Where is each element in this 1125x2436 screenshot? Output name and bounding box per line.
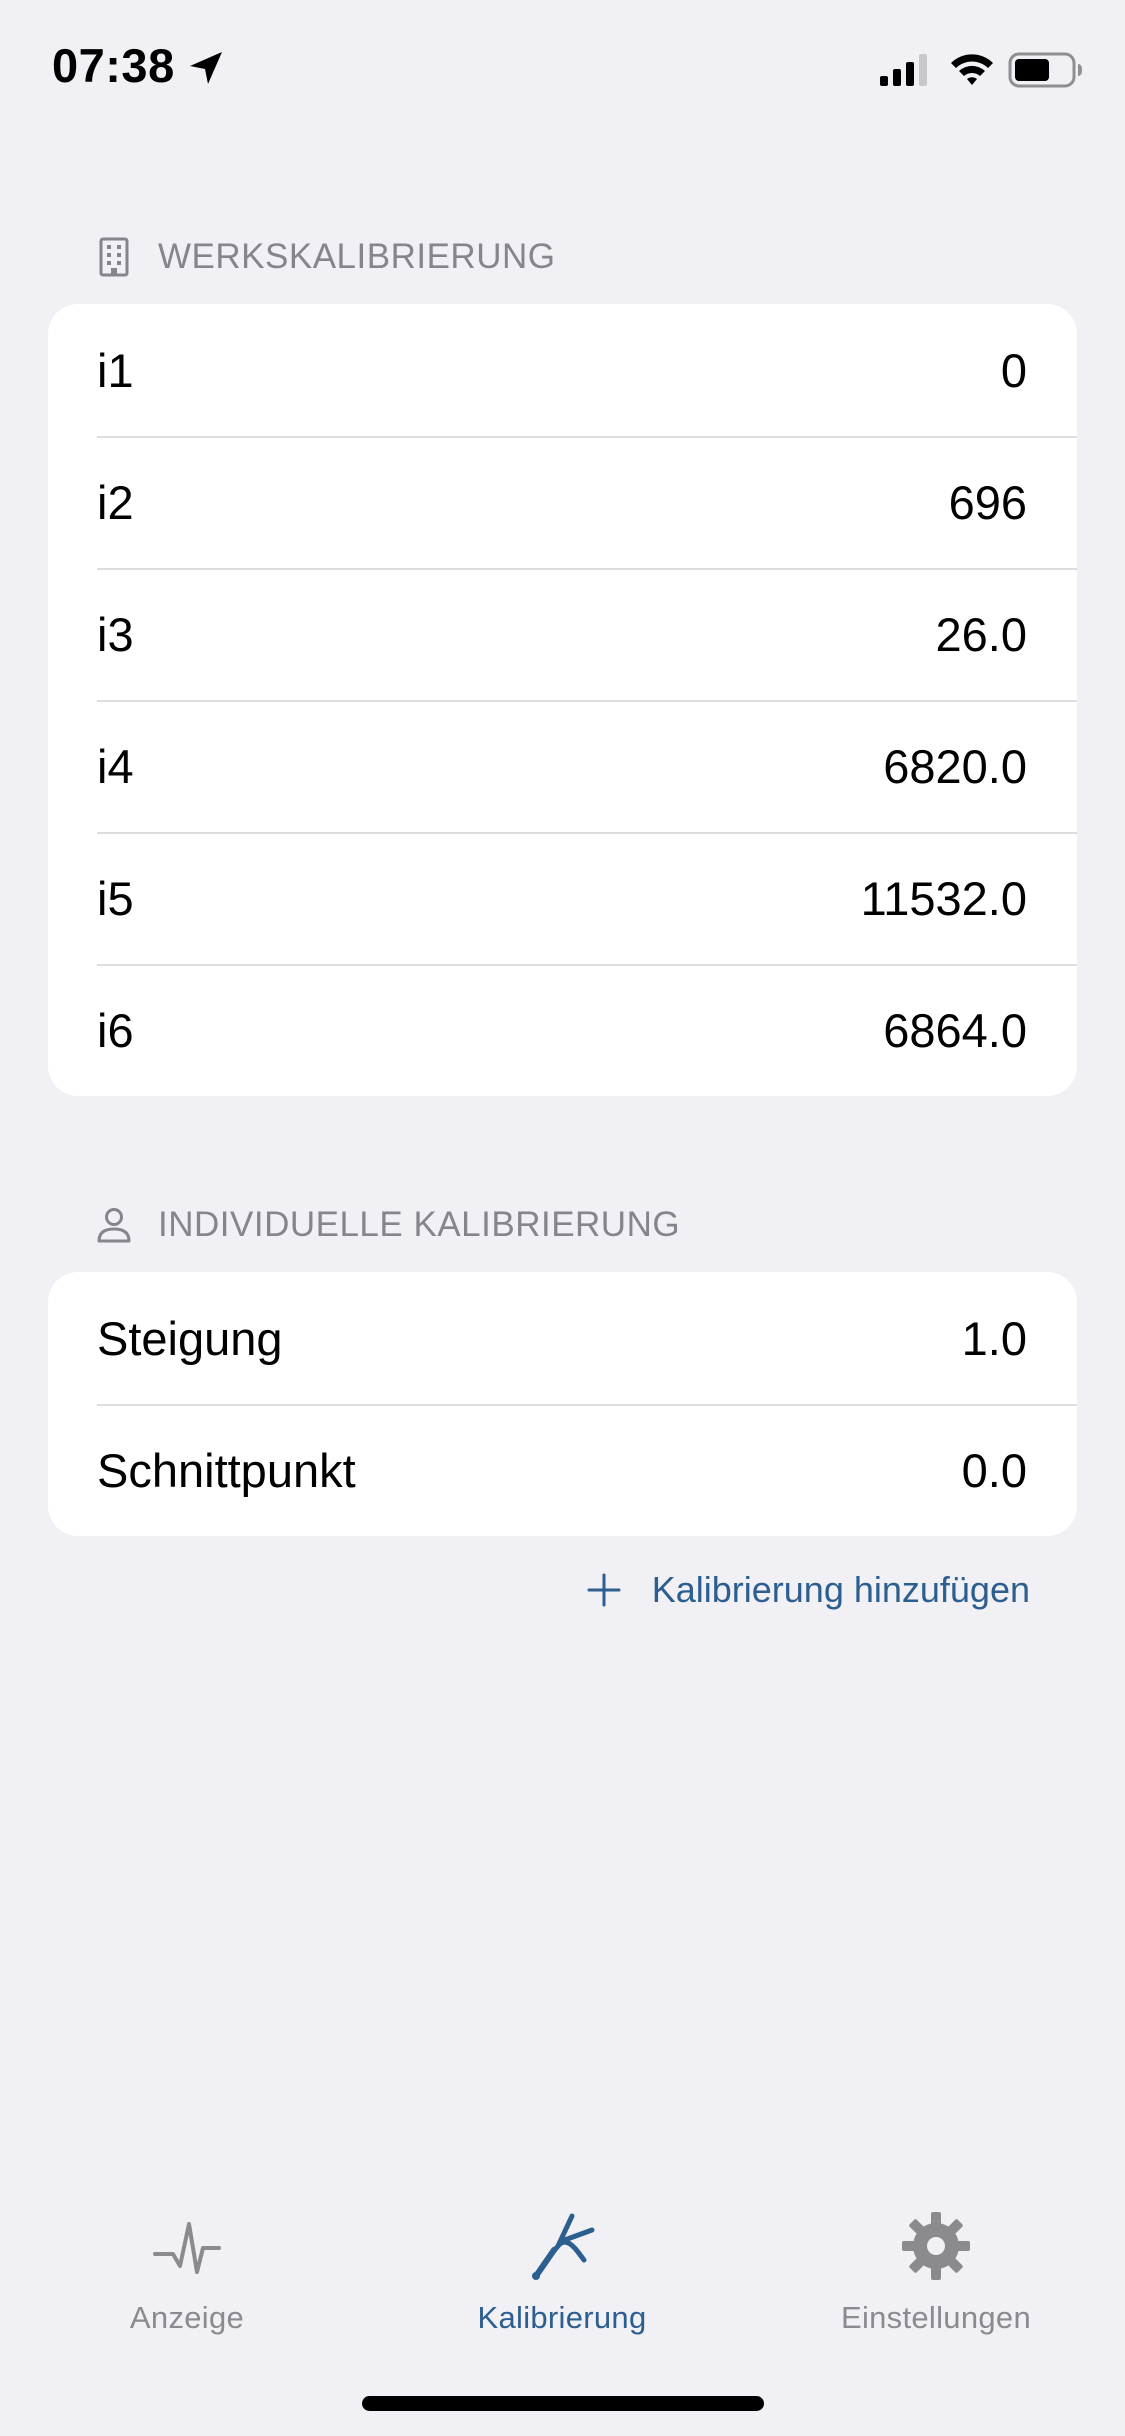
row-value: 0.0: [961, 1443, 1027, 1497]
wifi-icon: [951, 54, 993, 85]
intercept-row[interactable]: Schnittpunkt 0.0: [48, 1404, 1077, 1536]
tuning-fork-icon: [532, 2213, 595, 2280]
row-label: i3: [97, 607, 134, 661]
tab-anzeige[interactable]: Anzeige: [37, 2190, 337, 2350]
tab-bar: Anzeige Kalibrierung Einstellungen: [0, 2190, 1125, 2350]
row-value: 1.0: [961, 1311, 1027, 1365]
table-row: i3 26.0: [48, 568, 1077, 700]
tab-einstellungen[interactable]: Einstellungen: [786, 2190, 1086, 2350]
section-title: INDIVIDUELLE KALIBRIERUNG: [158, 1205, 681, 1244]
row-label: i6: [97, 1003, 134, 1057]
table-row: i2 696: [48, 436, 1077, 568]
individual-calibration-header: INDIVIDUELLE KALIBRIERUNG: [96, 1200, 680, 1250]
location-arrow-icon: [190, 52, 222, 84]
row-value: 26.0: [935, 607, 1027, 661]
row-value: 11532.0: [860, 871, 1027, 925]
table-row: i4 6820.0: [48, 700, 1077, 832]
slope-row[interactable]: Steigung 1.0: [48, 1272, 1077, 1404]
factory-calibration-card: i1 0 i2 696 i3 26.0 i4 6820.0 i5 11532.0…: [48, 304, 1077, 1096]
row-value: 0: [1000, 343, 1027, 397]
home-indicator[interactable]: [362, 2396, 764, 2411]
plus-icon: [587, 1573, 621, 1607]
row-label: i4: [97, 739, 134, 793]
battery-icon: [1008, 52, 1082, 88]
row-value: 696: [948, 475, 1027, 529]
tab-label: Kalibrierung: [477, 2300, 647, 2335]
gear-icon: [902, 2212, 970, 2280]
row-label: i2: [97, 475, 134, 529]
table-row: i1 0: [48, 304, 1077, 436]
add-calibration-label: Kalibrierung hinzufügen: [651, 1569, 1030, 1610]
person-icon: [96, 1204, 132, 1246]
waveform-icon: [153, 2222, 221, 2274]
row-label: Schnittpunkt: [97, 1443, 356, 1497]
status-bar: 07:38: [0, 0, 1125, 140]
row-label: i1: [97, 343, 134, 397]
factory-calibration-header: WERKSKALIBRIERUNG: [96, 232, 555, 282]
table-row: i5 11532.0: [48, 832, 1077, 964]
building-icon: [96, 236, 132, 278]
add-calibration-button[interactable]: Kalibrierung hinzufügen: [560, 1560, 1030, 1620]
row-value: 6864.0: [883, 1003, 1027, 1057]
individual-calibration-card: Steigung 1.0 Schnittpunkt 0.0: [48, 1272, 1077, 1536]
status-time: 07:38: [52, 39, 175, 92]
table-row: i6 6864.0: [48, 964, 1077, 1096]
tab-kalibrierung[interactable]: Kalibrierung: [412, 2190, 712, 2350]
tab-label: Anzeige: [129, 2300, 245, 2335]
tab-label: Einstellungen: [840, 2300, 1032, 2335]
section-title: WERKSKALIBRIERUNG: [158, 237, 556, 276]
row-label: i5: [97, 871, 134, 925]
cellular-signal-icon: [880, 54, 927, 86]
row-label: Steigung: [97, 1311, 283, 1365]
row-value: 6820.0: [883, 739, 1027, 793]
